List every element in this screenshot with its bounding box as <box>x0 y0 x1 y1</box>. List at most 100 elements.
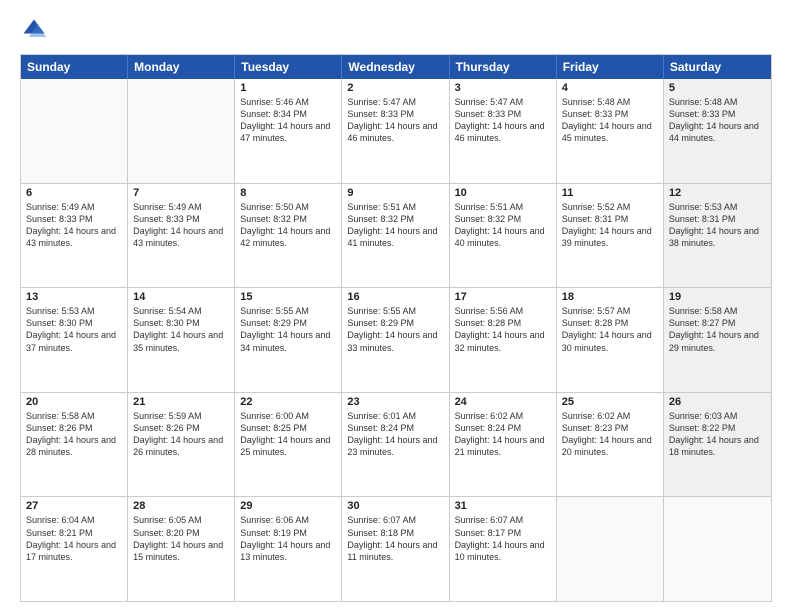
day-cell: 30 Sunrise: 6:07 AM Sunset: 8:18 PM Dayli… <box>342 497 449 601</box>
day-info: Sunrise: 6:07 AM Sunset: 8:18 PM Dayligh… <box>347 514 443 563</box>
header-day-wednesday: Wednesday <box>342 55 449 79</box>
page: SundayMondayTuesdayWednesdayThursdayFrid… <box>0 0 792 612</box>
day-info: Sunrise: 5:53 AM Sunset: 8:31 PM Dayligh… <box>669 201 766 250</box>
header-day-thursday: Thursday <box>450 55 557 79</box>
day-cell: 19Sunrise: 5:58 AM Sunset: 8:27 PM Dayli… <box>664 288 771 392</box>
day-cell: 12 Sunrise: 5:53 AM Sunset: 8:31 PM Dayli… <box>664 184 771 288</box>
header-day-friday: Friday <box>557 55 664 79</box>
day-cell <box>557 497 664 601</box>
day-info: Sunrise: 5:48 AM Sunset: 8:33 PM Dayligh… <box>669 96 766 145</box>
day-cell: 6 Sunrise: 5:49 AM Sunset: 8:33 PM Daylig… <box>21 184 128 288</box>
day-info: Sunrise: 5:47 AM Sunset: 8:33 PM Dayligh… <box>455 96 551 145</box>
week-2: 6 Sunrise: 5:49 AM Sunset: 8:33 PM Daylig… <box>21 184 771 289</box>
day-cell: 22 Sunrise: 6:00 AM Sunset: 8:25 PM Dayli… <box>235 393 342 497</box>
day-cell: 2 Sunrise: 5:47 AM Sunset: 8:33 PM Daylig… <box>342 79 449 183</box>
day-info: Sunrise: 5:49 AM Sunset: 8:33 PM Dayligh… <box>26 201 122 250</box>
day-number: 27 <box>26 500 122 512</box>
week-3: 13 Sunrise: 5:53 AM Sunset: 8:30 PM Dayli… <box>21 288 771 393</box>
day-cell: 10 Sunrise: 5:51 AM Sunset: 8:32 PM Dayli… <box>450 184 557 288</box>
day-cell: 31 Sunrise: 6:07 AM Sunset: 8:17 PM Dayli… <box>450 497 557 601</box>
day-number: 18 <box>562 291 658 303</box>
day-info: Sunrise: 5:49 AM Sunset: 8:33 PM Dayligh… <box>133 201 229 250</box>
day-number: 30 <box>347 500 443 512</box>
day-cell: 25 Sunrise: 6:02 AM Sunset: 8:23 PM Dayli… <box>557 393 664 497</box>
day-info: Sunrise: 6:01 AM Sunset: 8:24 PM Dayligh… <box>347 410 443 459</box>
day-cell: 14 Sunrise: 5:54 AM Sunset: 8:30 PM Dayli… <box>128 288 235 392</box>
day-number: 6 <box>26 187 122 199</box>
day-number: 13 <box>26 291 122 303</box>
day-info: Sunrise: 5:59 AM Sunset: 8:26 PM Dayligh… <box>133 410 229 459</box>
day-number: 8 <box>240 187 336 199</box>
day-cell: 27 Sunrise: 6:04 AM Sunset: 8:21 PM Dayli… <box>21 497 128 601</box>
day-info: Sunrise: 5:55 AM Sunset: 8:29 PM Dayligh… <box>240 305 336 354</box>
day-number: 25 <box>562 396 658 408</box>
day-cell <box>21 79 128 183</box>
day-cell: 16Sunrise: 5:55 AM Sunset: 8:29 PM Dayli… <box>342 288 449 392</box>
header-day-sunday: Sunday <box>21 55 128 79</box>
day-number: 10 <box>455 187 551 199</box>
day-info: Sunrise: 5:58 AM Sunset: 8:27 PM Dayligh… <box>669 305 766 354</box>
day-number: 24 <box>455 396 551 408</box>
day-number: 23 <box>347 396 443 408</box>
day-number: 21 <box>133 396 229 408</box>
calendar: SundayMondayTuesdayWednesdayThursdayFrid… <box>20 54 772 602</box>
day-cell: 4Sunrise: 5:48 AM Sunset: 8:33 PM Daylig… <box>557 79 664 183</box>
day-info: Sunrise: 5:52 AM Sunset: 8:31 PM Dayligh… <box>562 201 658 250</box>
day-number: 14 <box>133 291 229 303</box>
day-number: 28 <box>133 500 229 512</box>
header-day-tuesday: Tuesday <box>235 55 342 79</box>
day-info: Sunrise: 5:51 AM Sunset: 8:32 PM Dayligh… <box>347 201 443 250</box>
day-cell: 29 Sunrise: 6:06 AM Sunset: 8:19 PM Dayli… <box>235 497 342 601</box>
day-cell: 28Sunrise: 6:05 AM Sunset: 8:20 PM Dayli… <box>128 497 235 601</box>
day-cell: 18Sunrise: 5:57 AM Sunset: 8:28 PM Dayli… <box>557 288 664 392</box>
day-info: Sunrise: 6:07 AM Sunset: 8:17 PM Dayligh… <box>455 514 551 563</box>
day-number: 17 <box>455 291 551 303</box>
logo <box>20 16 52 44</box>
day-number: 3 <box>455 82 551 94</box>
day-number: 9 <box>347 187 443 199</box>
day-cell: 17Sunrise: 5:56 AM Sunset: 8:28 PM Dayli… <box>450 288 557 392</box>
header-day-monday: Monday <box>128 55 235 79</box>
day-cell: 11Sunrise: 5:52 AM Sunset: 8:31 PM Dayli… <box>557 184 664 288</box>
day-cell <box>128 79 235 183</box>
calendar-header: SundayMondayTuesdayWednesdayThursdayFrid… <box>21 55 771 79</box>
calendar-body: 1 Sunrise: 5:46 AM Sunset: 8:34 PM Daylig… <box>21 79 771 601</box>
day-number: 20 <box>26 396 122 408</box>
day-cell <box>664 497 771 601</box>
day-info: Sunrise: 5:46 AM Sunset: 8:34 PM Dayligh… <box>240 96 336 145</box>
week-4: 20 Sunrise: 5:58 AM Sunset: 8:26 PM Dayli… <box>21 393 771 498</box>
day-number: 2 <box>347 82 443 94</box>
day-info: Sunrise: 5:54 AM Sunset: 8:30 PM Dayligh… <box>133 305 229 354</box>
header-day-saturday: Saturday <box>664 55 771 79</box>
day-number: 29 <box>240 500 336 512</box>
day-number: 22 <box>240 396 336 408</box>
day-number: 26 <box>669 396 766 408</box>
day-number: 4 <box>562 82 658 94</box>
week-1: 1 Sunrise: 5:46 AM Sunset: 8:34 PM Daylig… <box>21 79 771 184</box>
day-cell: 13 Sunrise: 5:53 AM Sunset: 8:30 PM Dayli… <box>21 288 128 392</box>
day-number: 1 <box>240 82 336 94</box>
day-cell: 24Sunrise: 6:02 AM Sunset: 8:24 PM Dayli… <box>450 393 557 497</box>
day-cell: 21 Sunrise: 5:59 AM Sunset: 8:26 PM Dayli… <box>128 393 235 497</box>
day-info: Sunrise: 5:50 AM Sunset: 8:32 PM Dayligh… <box>240 201 336 250</box>
day-number: 7 <box>133 187 229 199</box>
day-cell: 5Sunrise: 5:48 AM Sunset: 8:33 PM Daylig… <box>664 79 771 183</box>
day-info: Sunrise: 5:58 AM Sunset: 8:26 PM Dayligh… <box>26 410 122 459</box>
day-cell: 20 Sunrise: 5:58 AM Sunset: 8:26 PM Dayli… <box>21 393 128 497</box>
day-info: Sunrise: 6:03 AM Sunset: 8:22 PM Dayligh… <box>669 410 766 459</box>
day-cell: 26 Sunrise: 6:03 AM Sunset: 8:22 PM Dayli… <box>664 393 771 497</box>
day-cell: 1 Sunrise: 5:46 AM Sunset: 8:34 PM Daylig… <box>235 79 342 183</box>
day-info: Sunrise: 5:53 AM Sunset: 8:30 PM Dayligh… <box>26 305 122 354</box>
day-cell: 23 Sunrise: 6:01 AM Sunset: 8:24 PM Dayli… <box>342 393 449 497</box>
day-info: Sunrise: 6:00 AM Sunset: 8:25 PM Dayligh… <box>240 410 336 459</box>
day-info: Sunrise: 6:02 AM Sunset: 8:23 PM Dayligh… <box>562 410 658 459</box>
day-info: Sunrise: 6:04 AM Sunset: 8:21 PM Dayligh… <box>26 514 122 563</box>
day-number: 31 <box>455 500 551 512</box>
day-info: Sunrise: 6:06 AM Sunset: 8:19 PM Dayligh… <box>240 514 336 563</box>
day-info: Sunrise: 5:51 AM Sunset: 8:32 PM Dayligh… <box>455 201 551 250</box>
day-number: 12 <box>669 187 766 199</box>
day-info: Sunrise: 5:55 AM Sunset: 8:29 PM Dayligh… <box>347 305 443 354</box>
day-info: Sunrise: 5:47 AM Sunset: 8:33 PM Dayligh… <box>347 96 443 145</box>
day-number: 15 <box>240 291 336 303</box>
day-cell: 8 Sunrise: 5:50 AM Sunset: 8:32 PM Daylig… <box>235 184 342 288</box>
